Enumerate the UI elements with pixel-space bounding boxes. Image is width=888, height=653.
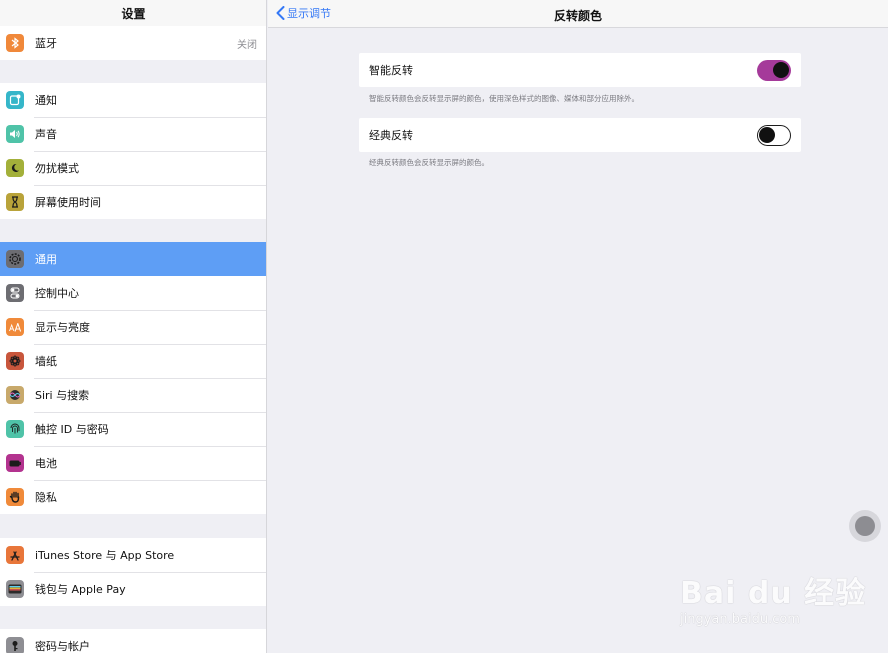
battery-icon <box>6 454 24 472</box>
hourglass-icon <box>6 193 24 211</box>
sidebar-item-label: iTunes Store 与 App Store <box>35 549 175 562</box>
sidebar-title: 设置 <box>121 7 146 21</box>
assistive-touch-button[interactable] <box>849 510 881 542</box>
assistive-touch-dot <box>855 516 875 536</box>
notifications-icon <box>6 91 24 109</box>
smart-invert-toggle[interactable] <box>757 60 791 81</box>
switches-icon <box>6 284 24 302</box>
sidebar-group-connectivity: 蓝牙 关闭 <box>0 26 266 60</box>
hand-icon <box>6 488 24 506</box>
sidebar-item-screen-time[interactable]: 屏幕使用时间 <box>0 185 266 219</box>
bluetooth-icon <box>6 34 24 52</box>
classic-invert-note: 经典反转颜色会反转显示屏的颜色。 <box>369 158 489 167</box>
watermark-sub-text: jingyan.baidu.com <box>680 612 800 627</box>
sidebar-item-notifications[interactable]: 通知 <box>0 83 266 117</box>
sidebar-item-label: 通知 <box>35 94 57 107</box>
gear-icon <box>6 250 24 268</box>
sidebar-item-label: 隐私 <box>35 491 57 504</box>
sidebar-item-passwords-accounts[interactable]: 密码与帐户 <box>0 629 266 653</box>
watermark-main-text: Bai du 经验 <box>680 576 867 611</box>
baidu-watermark: Bai du 经验 jingyan.baidu.com <box>680 556 865 636</box>
sidebar-item-sound[interactable]: 声音 <box>0 117 266 151</box>
wallpaper-icon <box>6 352 24 370</box>
classic-invert-label: 经典反转 <box>369 129 413 142</box>
fingerprint-icon <box>6 420 24 438</box>
classic-invert-toggle[interactable] <box>757 125 791 146</box>
smart-invert-row: 智能反转 <box>359 53 801 87</box>
classic-invert-row: 经典反转 <box>359 118 801 152</box>
sidebar-item-label: 声音 <box>35 128 57 141</box>
sidebar-item-label: 钱包与 Apple Pay <box>35 583 126 596</box>
sidebar-item-label: 通用 <box>35 253 57 266</box>
sound-icon <box>6 125 24 143</box>
smart-invert-note: 智能反转颜色会反转显示屏的颜色，使用深色样式的图像、媒体和部分应用除外。 <box>369 94 639 103</box>
display-icon <box>6 318 24 336</box>
key-icon <box>6 637 24 653</box>
sidebar-item-display-brightness[interactable]: 显示与亮度 <box>0 310 266 344</box>
page-title: 反转颜色 <box>553 9 602 23</box>
sidebar-item-label: 密码与帐户 <box>35 640 90 653</box>
sidebar-item-label: Siri 与搜索 <box>35 389 90 402</box>
sidebar-group-notifications: 通知 声音 勿扰模式 屏幕使用时间 <box>0 83 266 219</box>
detail-header: 显示调节 反转颜色 <box>268 0 888 28</box>
bluetooth-status: 关闭 <box>237 39 257 51</box>
app-store-icon <box>6 546 24 564</box>
sidebar-item-privacy[interactable]: 隐私 <box>0 480 266 514</box>
sidebar-item-label: 电池 <box>35 457 57 470</box>
sidebar-group-general: 通用 控制中心 显示与亮度 墙纸 Siri 与搜索 触控 ID 与密码 电池 隐… <box>0 242 266 514</box>
sidebar-item-battery[interactable]: 电池 <box>0 446 266 480</box>
sidebar-item-touch-id[interactable]: 触控 ID 与密码 <box>0 412 266 446</box>
sidebar-item-label: 勿扰模式 <box>35 162 79 175</box>
toggle-knob <box>773 62 789 78</box>
sidebar-item-wallet[interactable]: 钱包与 Apple Pay <box>0 572 266 606</box>
sidebar-item-label: 屏幕使用时间 <box>35 196 101 209</box>
sidebar-header: 设置 <box>0 0 266 28</box>
sidebar-item-bluetooth[interactable]: 蓝牙 关闭 <box>0 26 266 60</box>
sidebar-item-do-not-disturb[interactable]: 勿扰模式 <box>0 151 266 185</box>
sidebar-item-label: 控制中心 <box>35 287 79 300</box>
settings-sidebar: 设置 蓝牙 关闭 通知 声音 勿扰模式 屏幕使用时间 通用 控制中心 显示与亮度… <box>0 0 267 653</box>
sidebar-group-accounts: 密码与帐户 <box>0 629 266 653</box>
moon-icon <box>6 159 24 177</box>
wallet-icon <box>6 580 24 598</box>
sidebar-item-siri-search[interactable]: Siri 与搜索 <box>0 378 266 412</box>
sidebar-item-wallpaper[interactable]: 墙纸 <box>0 344 266 378</box>
sidebar-group-stores: iTunes Store 与 App Store 钱包与 Apple Pay <box>0 538 266 606</box>
sidebar-item-label: 触控 ID 与密码 <box>35 423 109 436</box>
sidebar-item-label: 显示与亮度 <box>35 321 90 334</box>
sidebar-item-control-center[interactable]: 控制中心 <box>0 276 266 310</box>
toggle-knob <box>759 127 775 143</box>
sidebar-item-general[interactable]: 通用 <box>0 242 266 276</box>
sidebar-item-label: 蓝牙 <box>35 37 57 50</box>
sidebar-item-label: 墙纸 <box>35 355 57 368</box>
siri-icon <box>6 386 24 404</box>
smart-invert-label: 智能反转 <box>369 64 413 77</box>
sidebar-item-itunes-app-store[interactable]: iTunes Store 与 App Store <box>0 538 266 572</box>
